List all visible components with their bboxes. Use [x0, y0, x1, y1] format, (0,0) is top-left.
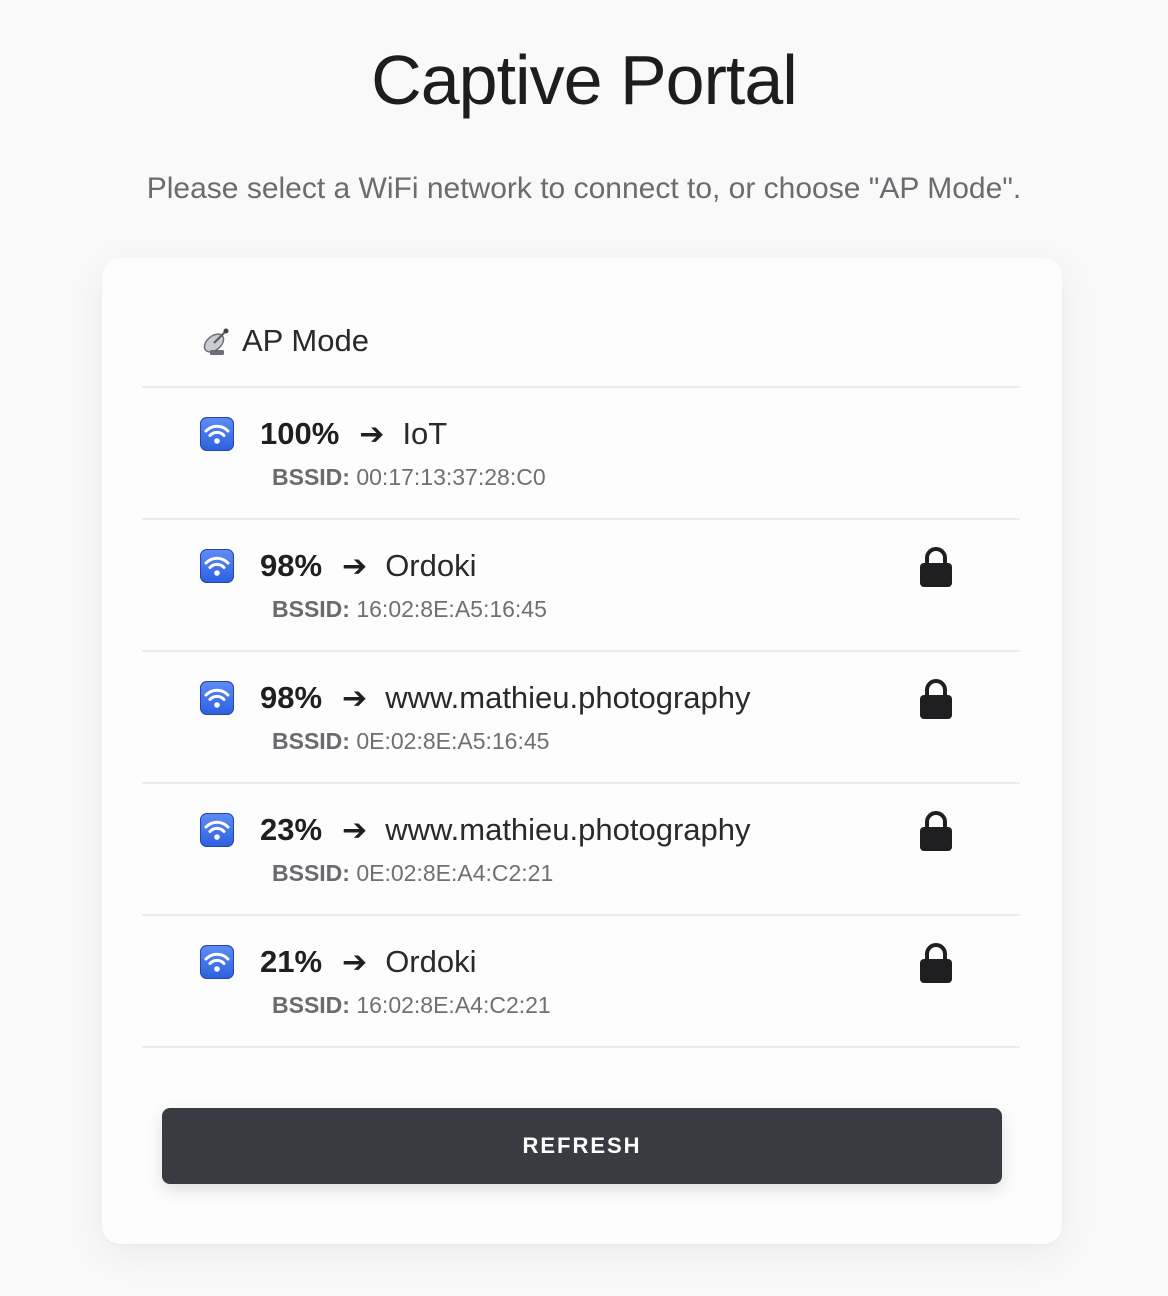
captive-portal-page: Captive Portal Please select a WiFi netw… [0, 0, 1168, 1296]
arrow-right-icon: ➔ [342, 945, 368, 979]
wifi-icon [200, 417, 234, 451]
arrow-right-icon: ➔ [359, 417, 385, 451]
refresh-button[interactable]: REFRESH [162, 1108, 1002, 1184]
arrow-right-icon: ➔ [342, 549, 368, 583]
bssid-value: 00:17:13:37:28:C0 [356, 464, 546, 490]
wifi-icon [200, 549, 234, 583]
wifi-icon [200, 945, 234, 979]
bssid-value: 0E:02:8E:A5:16:45 [356, 728, 550, 754]
network-ssid: www.mathieu.photography [385, 812, 751, 847]
network-ssid: Ordoki [385, 944, 477, 979]
lock-icon [918, 678, 954, 720]
wifi-icon [200, 681, 234, 715]
bssid-label: BSSID: [272, 728, 350, 754]
lock-icon [918, 546, 954, 588]
network-row[interactable]: 98% ➔ www.mathieu.photography BSSID: 0E:… [142, 652, 1020, 784]
ap-mode-option[interactable]: AP Mode [142, 296, 1020, 388]
signal-strength: 98% [260, 548, 323, 583]
lock-icon [918, 810, 954, 852]
network-bssid: BSSID: 16:02:8E:A5:16:45 [272, 596, 547, 623]
bssid-label: BSSID: [272, 464, 350, 490]
page-subtitle: Please select a WiFi network to connect … [146, 172, 1022, 205]
satellite-dish-icon [200, 324, 234, 358]
network-bssid: BSSID: 16:02:8E:A4:C2:21 [272, 992, 551, 1019]
bssid-value: 16:02:8E:A5:16:45 [356, 596, 547, 622]
network-ssid: www.mathieu.photography [385, 680, 751, 715]
arrow-right-icon: ➔ [342, 813, 368, 847]
signal-strength: 100% [260, 416, 340, 451]
network-bssid: BSSID: 0E:02:8E:A5:16:45 [272, 728, 549, 755]
network-card: AP Mode 100% ➔ IoT BSSID: 00:17:13:37:28… [102, 258, 1062, 1244]
bssid-value: 0E:02:8E:A4:C2:21 [356, 860, 554, 886]
signal-strength: 23% [260, 812, 323, 847]
signal-strength: 98% [260, 680, 323, 715]
network-bssid: BSSID: 00:17:13:37:28:C0 [272, 464, 546, 491]
network-row[interactable]: 98% ➔ Ordoki BSSID: 16:02:8E:A5:16:45 [142, 520, 1020, 652]
network-row[interactable]: 23% ➔ www.mathieu.photography BSSID: 0E:… [142, 784, 1020, 916]
bssid-label: BSSID: [272, 596, 350, 622]
bssid-label: BSSID: [272, 860, 350, 886]
bssid-value: 16:02:8E:A4:C2:21 [356, 992, 551, 1018]
network-list: AP Mode 100% ➔ IoT BSSID: 00:17:13:37:28… [142, 296, 1020, 1048]
signal-strength: 21% [260, 944, 323, 979]
network-row[interactable]: 21% ➔ Ordoki BSSID: 16:02:8E:A4:C2:21 [142, 916, 1020, 1048]
arrow-right-icon: ➔ [342, 681, 368, 715]
lock-icon [918, 942, 954, 984]
network-bssid: BSSID: 0E:02:8E:A4:C2:21 [272, 860, 553, 887]
page-title: Captive Portal [371, 41, 798, 119]
network-ssid: Ordoki [385, 548, 477, 583]
network-row[interactable]: 100% ➔ IoT BSSID: 00:17:13:37:28:C0 [142, 388, 1020, 520]
network-ssid: IoT [402, 416, 448, 451]
bssid-label: BSSID: [272, 992, 350, 1018]
wifi-icon [200, 813, 234, 847]
ap-mode-label: AP Mode [242, 323, 369, 358]
